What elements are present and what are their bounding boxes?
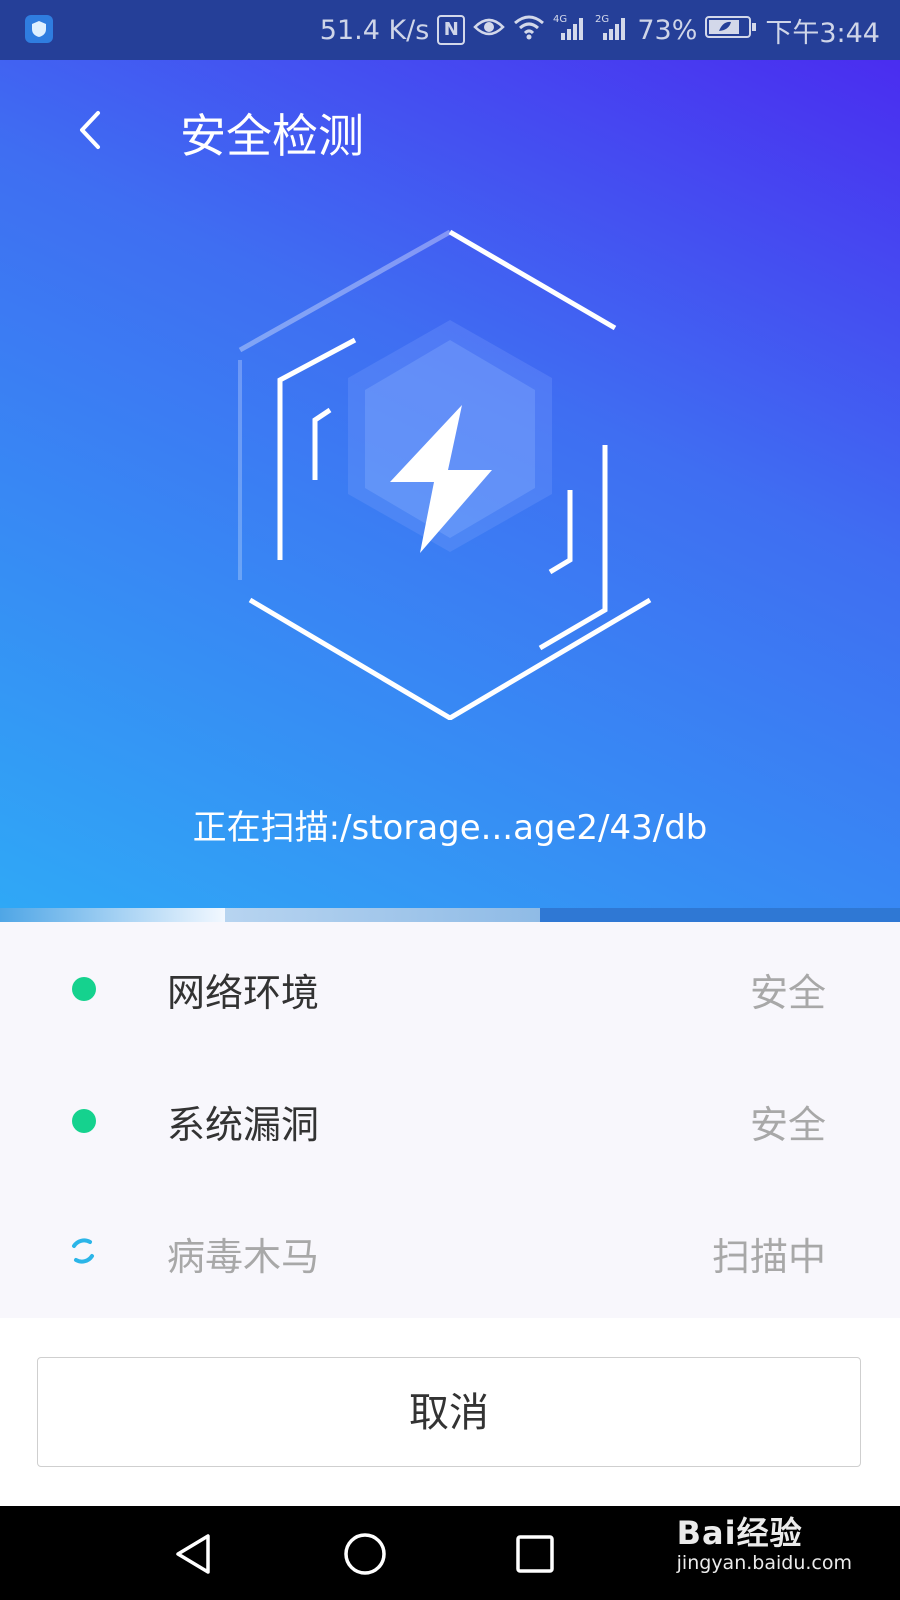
- scan-item-list: 网络环境 安全 系统漏洞 安全 病毒木马 扫描中: [0, 922, 900, 1318]
- scan-item-status: 安全: [749, 1103, 826, 1147]
- circle-home-icon: [344, 1533, 386, 1575]
- scan-item-label: 病毒木马: [167, 1235, 320, 1279]
- status-dot-icon: [72, 977, 96, 1001]
- nav-recents-button[interactable]: [505, 1524, 565, 1584]
- square-recents-icon: [516, 1535, 554, 1573]
- page-title: 安全检测: [180, 109, 364, 163]
- nav-back-button[interactable]: [165, 1524, 225, 1584]
- scan-path-text: 正在扫描:/storage...age2/43/db: [192, 808, 708, 848]
- network-speed: 51.4 K/s: [319, 14, 430, 46]
- svg-text:4G: 4G: [553, 14, 567, 25]
- clock: 下午3:44: [765, 17, 880, 49]
- loading-spinner-icon: [72, 1238, 94, 1264]
- triangle-back-icon: [176, 1534, 210, 1574]
- lightning-hexagon-icon: [220, 220, 680, 721]
- progress-segment-virus: [540, 908, 900, 922]
- nav-home-button[interactable]: [335, 1524, 395, 1584]
- scan-item-network: 网络环境 安全: [0, 922, 900, 1054]
- battery-icon: [705, 15, 757, 46]
- signal-4g-icon: 4G: [553, 13, 587, 48]
- app-shield-icon: [25, 15, 53, 43]
- signal-2g-icon: 2G: [595, 13, 629, 48]
- scan-hero: 安全检测 正在扫描:/storage...age2/43/db: [0, 60, 900, 910]
- status-bar: 51.4 K/s N 4G 2G 73% 下午3:44: [0, 0, 900, 60]
- scan-item-label: 网络环境: [167, 971, 320, 1015]
- watermark-url: jingyan.baidu.com: [676, 1552, 852, 1574]
- nfc-icon: N: [437, 15, 466, 45]
- back-button[interactable]: [70, 105, 110, 155]
- status-indicators: 51.4 K/s N 4G 2G 73% 下午3:44: [320, 0, 880, 60]
- battery-percent: 73%: [637, 14, 698, 46]
- svg-text:2G: 2G: [595, 14, 609, 25]
- baidu-jingyan-watermark: Bai经验 jingyan.baidu.com: [677, 1508, 852, 1574]
- cancel-button[interactable]: 取消: [37, 1357, 861, 1467]
- scan-item-label: 系统漏洞: [167, 1103, 320, 1147]
- scan-item-status: 安全: [749, 971, 826, 1015]
- progress-segment-network: [0, 908, 225, 922]
- eye-icon: [473, 15, 506, 46]
- scan-progress-bar: [0, 908, 900, 922]
- wifi-icon: [513, 14, 545, 47]
- chevron-left-icon: [80, 111, 100, 149]
- watermark-logo: Bai经验: [676, 1514, 803, 1552]
- scan-item-status: 扫描中: [711, 1235, 826, 1279]
- status-dot-icon: [72, 1109, 96, 1133]
- progress-segment-system: [225, 908, 540, 922]
- scan-item-virus: 病毒木马 扫描中: [0, 1186, 900, 1318]
- scan-item-system: 系统漏洞 安全: [0, 1054, 900, 1186]
